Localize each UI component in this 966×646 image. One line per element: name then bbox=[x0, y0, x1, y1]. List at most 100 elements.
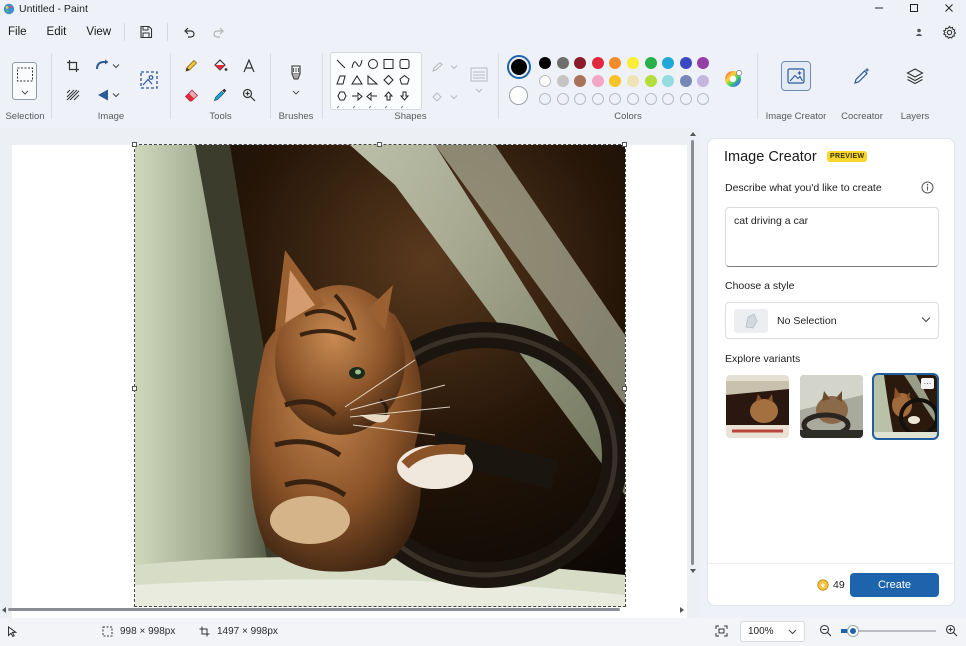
custom-color-slot[interactable] bbox=[644, 93, 657, 105]
crop-button[interactable] bbox=[61, 54, 85, 78]
zoom-out-icon[interactable] bbox=[819, 624, 832, 637]
save-button[interactable] bbox=[131, 19, 161, 45]
custom-color-slot[interactable] bbox=[627, 93, 639, 105]
scroll-down-arrow-icon[interactable] bbox=[689, 568, 697, 574]
variant-thumbnail-3[interactable]: … bbox=[872, 373, 939, 440]
custom-color-slot[interactable] bbox=[609, 93, 622, 105]
color-swatch[interactable] bbox=[574, 75, 587, 87]
scroll-left-arrow-icon[interactable] bbox=[1, 606, 7, 614]
close-button[interactable] bbox=[931, 0, 966, 15]
text-button[interactable] bbox=[237, 54, 261, 78]
rectangle-select-icon bbox=[17, 67, 33, 95]
variant-thumbnail-1[interactable] bbox=[726, 375, 789, 438]
color-swatch[interactable] bbox=[644, 75, 657, 87]
undo-button[interactable] bbox=[174, 19, 204, 45]
undo-icon bbox=[184, 27, 195, 38]
color-swatch[interactable] bbox=[556, 57, 569, 69]
resize-handle-top-right[interactable] bbox=[622, 142, 627, 147]
resize-handle-right[interactable] bbox=[622, 386, 627, 391]
account-button[interactable] bbox=[904, 19, 934, 45]
custom-color-slot[interactable] bbox=[591, 93, 604, 105]
color-swatch[interactable] bbox=[609, 75, 622, 87]
settings-button[interactable] bbox=[934, 19, 964, 45]
select-all-button[interactable] bbox=[61, 83, 85, 107]
style-label: Choose a style bbox=[725, 280, 795, 292]
style-dropdown[interactable]: No Selection bbox=[725, 302, 939, 339]
custom-color-slot[interactable] bbox=[697, 93, 710, 105]
resize-handle-left[interactable] bbox=[132, 386, 137, 391]
resize-handle-top-left[interactable] bbox=[132, 142, 137, 147]
redo-button[interactable] bbox=[204, 19, 234, 45]
resize-dropdown[interactable] bbox=[109, 54, 123, 78]
image-creator-button[interactable] bbox=[781, 61, 811, 91]
vertical-scrollbar[interactable] bbox=[691, 140, 694, 565]
fit-to-window-icon[interactable] bbox=[715, 625, 728, 637]
horizontal-scrollbar[interactable] bbox=[8, 608, 620, 611]
close-icon bbox=[944, 3, 953, 12]
custom-color-slot[interactable] bbox=[662, 93, 675, 105]
color-swatch[interactable] bbox=[627, 57, 639, 69]
zoom-slider-thumb[interactable] bbox=[848, 626, 858, 636]
color-swatch[interactable] bbox=[556, 75, 569, 87]
color-swatch[interactable] bbox=[679, 57, 692, 69]
color-picker-button[interactable] bbox=[208, 83, 232, 107]
brushes-button[interactable] bbox=[283, 61, 309, 99]
style-placeholder-icon bbox=[745, 313, 758, 329]
secondary-color-swatch[interactable] bbox=[509, 86, 528, 105]
selection-tool-button[interactable] bbox=[12, 62, 37, 100]
variant-thumbnail-2[interactable] bbox=[800, 375, 863, 438]
shape-size-button[interactable] bbox=[466, 65, 492, 105]
image-creator-icon bbox=[787, 68, 805, 84]
pencil-button[interactable] bbox=[179, 54, 203, 78]
save-icon bbox=[140, 25, 153, 39]
color-swatch[interactable] bbox=[574, 57, 587, 69]
line-size-icon bbox=[470, 67, 488, 93]
color-swatch[interactable] bbox=[539, 75, 551, 87]
colors-group: Colors bbox=[499, 47, 757, 128]
prompt-textarea[interactable]: cat driving a car bbox=[725, 207, 939, 267]
menu-file[interactable]: File bbox=[1, 26, 34, 38]
group-label-brushes: Brushes bbox=[278, 111, 314, 122]
shapes-gallery[interactable] bbox=[330, 52, 422, 110]
zoom-in-icon[interactable] bbox=[945, 624, 958, 637]
custom-color-slot[interactable] bbox=[556, 93, 569, 105]
custom-color-slot[interactable] bbox=[574, 93, 587, 105]
color-swatch[interactable] bbox=[609, 57, 622, 69]
create-button[interactable]: Create bbox=[850, 573, 939, 597]
info-icon[interactable] bbox=[921, 181, 934, 194]
menu-edit[interactable]: Edit bbox=[40, 26, 74, 38]
variant-more-button[interactable]: … bbox=[921, 378, 934, 389]
outline-button[interactable] bbox=[428, 55, 462, 79]
resize-handle-top[interactable] bbox=[377, 142, 382, 147]
cocreator-button[interactable] bbox=[847, 61, 877, 91]
color-swatch[interactable] bbox=[697, 57, 710, 69]
shape-fill-button[interactable] bbox=[428, 85, 462, 109]
menu-separator bbox=[124, 23, 126, 41]
remove-background-button[interactable] bbox=[136, 67, 162, 93]
magnifier-button[interactable] bbox=[237, 83, 261, 107]
minimize-button[interactable] bbox=[861, 0, 896, 15]
color-swatch[interactable] bbox=[644, 57, 657, 69]
color-swatch[interactable] bbox=[679, 75, 692, 87]
maximize-button[interactable] bbox=[896, 0, 931, 15]
color-swatch[interactable] bbox=[662, 75, 675, 87]
custom-color-slot[interactable] bbox=[679, 93, 692, 105]
layers-button[interactable] bbox=[900, 61, 930, 91]
color-swatch[interactable] bbox=[591, 75, 604, 87]
primary-color-swatch[interactable] bbox=[507, 55, 531, 79]
menu-view[interactable]: View bbox=[79, 26, 118, 38]
edit-colors-button[interactable] bbox=[723, 69, 743, 89]
flip-dropdown[interactable] bbox=[109, 83, 123, 107]
selection-marquee[interactable] bbox=[134, 144, 626, 607]
color-swatch[interactable] bbox=[662, 57, 675, 69]
fill-button[interactable] bbox=[208, 54, 232, 78]
color-swatch[interactable] bbox=[627, 75, 639, 87]
scroll-right-arrow-icon[interactable] bbox=[679, 606, 685, 614]
eraser-button[interactable] bbox=[179, 83, 203, 107]
color-swatch[interactable] bbox=[539, 57, 551, 69]
custom-color-slot[interactable] bbox=[539, 93, 551, 105]
scroll-up-arrow-icon[interactable] bbox=[689, 131, 697, 137]
color-swatch[interactable] bbox=[697, 75, 710, 87]
color-swatch[interactable] bbox=[591, 57, 604, 69]
zoom-dropdown[interactable]: 100% bbox=[740, 621, 805, 642]
